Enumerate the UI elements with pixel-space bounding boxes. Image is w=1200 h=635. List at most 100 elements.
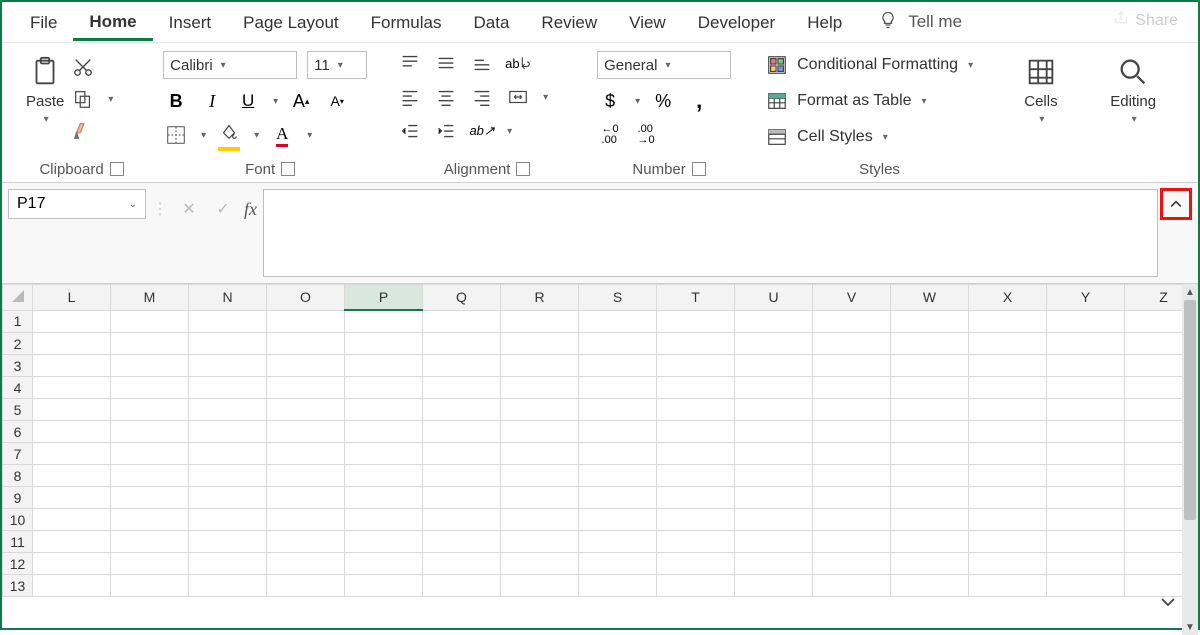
chevron-down-icon[interactable]: ▾: [635, 96, 640, 107]
chevron-down-icon[interactable]: ▾: [201, 130, 206, 141]
paste-button[interactable]: Paste ▾: [20, 51, 70, 129]
cell[interactable]: [1047, 355, 1125, 377]
cell[interactable]: [969, 377, 1047, 399]
row-header[interactable]: 7: [3, 443, 33, 465]
chevron-down-icon[interactable]: ▾: [507, 126, 512, 137]
cell[interactable]: [579, 509, 657, 531]
dialog-launcher-icon[interactable]: [281, 162, 295, 176]
cell[interactable]: [111, 509, 189, 531]
cell[interactable]: [111, 310, 189, 333]
cell[interactable]: [189, 310, 267, 333]
cell[interactable]: [345, 487, 423, 509]
cell[interactable]: [891, 355, 969, 377]
cell[interactable]: [345, 399, 423, 421]
cell[interactable]: [267, 399, 345, 421]
cell[interactable]: [813, 399, 891, 421]
row-header[interactable]: 1: [3, 310, 33, 333]
cell[interactable]: [501, 399, 579, 421]
bold-button[interactable]: B: [163, 89, 189, 113]
row-header[interactable]: 8: [3, 465, 33, 487]
cell[interactable]: [189, 333, 267, 355]
cell[interactable]: [735, 377, 813, 399]
cell[interactable]: [1047, 399, 1125, 421]
cell[interactable]: [33, 531, 111, 553]
cell[interactable]: [1047, 310, 1125, 333]
cell[interactable]: [579, 310, 657, 333]
cell[interactable]: [345, 377, 423, 399]
cell[interactable]: [735, 399, 813, 421]
align-top-button[interactable]: [397, 51, 423, 75]
cell[interactable]: [969, 487, 1047, 509]
cell[interactable]: [579, 531, 657, 553]
row-header[interactable]: 2: [3, 333, 33, 355]
cell[interactable]: [111, 333, 189, 355]
cell[interactable]: [189, 421, 267, 443]
cell[interactable]: [189, 443, 267, 465]
row-header[interactable]: 6: [3, 421, 33, 443]
cell[interactable]: [501, 531, 579, 553]
row-header[interactable]: 4: [3, 377, 33, 399]
cell[interactable]: [111, 553, 189, 575]
cell[interactable]: [657, 399, 735, 421]
cell[interactable]: [111, 443, 189, 465]
chevron-down-icon[interactable]: ▾: [254, 130, 259, 141]
cell[interactable]: [33, 310, 111, 333]
cell[interactable]: [345, 553, 423, 575]
cell[interactable]: [891, 531, 969, 553]
column-header[interactable]: N: [189, 285, 267, 311]
increase-indent-button[interactable]: [433, 119, 459, 143]
cell[interactable]: [735, 509, 813, 531]
cell[interactable]: [1047, 553, 1125, 575]
chevron-down-icon[interactable]: ▾: [108, 94, 113, 105]
cell[interactable]: [189, 487, 267, 509]
cell[interactable]: [813, 443, 891, 465]
cell[interactable]: [345, 575, 423, 597]
font-size-combo[interactable]: 11▾: [307, 51, 367, 79]
cell[interactable]: [189, 377, 267, 399]
decrease-decimal-button[interactable]: .00→0: [633, 123, 659, 147]
column-header[interactable]: W: [891, 285, 969, 311]
cell[interactable]: [423, 399, 501, 421]
column-header[interactable]: R: [501, 285, 579, 311]
cell[interactable]: [891, 509, 969, 531]
cell[interactable]: [891, 487, 969, 509]
percent-format-button[interactable]: %: [650, 89, 676, 113]
cell[interactable]: [657, 575, 735, 597]
cell[interactable]: [111, 575, 189, 597]
align-bottom-button[interactable]: [469, 51, 495, 75]
copy-button[interactable]: [70, 87, 96, 111]
cell[interactable]: [969, 310, 1047, 333]
cell[interactable]: [501, 575, 579, 597]
cell[interactable]: [1047, 443, 1125, 465]
cell[interactable]: [267, 333, 345, 355]
cell[interactable]: [111, 421, 189, 443]
cell[interactable]: [657, 531, 735, 553]
fill-color-button[interactable]: [216, 123, 242, 147]
tab-home[interactable]: Home: [73, 4, 152, 41]
cell[interactable]: [345, 355, 423, 377]
cell[interactable]: [579, 443, 657, 465]
cell[interactable]: [813, 531, 891, 553]
cell[interactable]: [891, 443, 969, 465]
shrink-font-button[interactable]: A▾: [324, 89, 350, 113]
tab-developer[interactable]: Developer: [682, 5, 792, 39]
cell[interactable]: [579, 377, 657, 399]
row-header[interactable]: 13: [3, 575, 33, 597]
cell[interactable]: [735, 421, 813, 443]
cell[interactable]: [735, 310, 813, 333]
cell[interactable]: [969, 399, 1047, 421]
enter-formula-button[interactable]: ✓: [210, 197, 236, 221]
cell[interactable]: [657, 310, 735, 333]
cell[interactable]: [345, 443, 423, 465]
cell[interactable]: [1047, 509, 1125, 531]
column-header[interactable]: X: [969, 285, 1047, 311]
cell[interactable]: [267, 421, 345, 443]
cell[interactable]: [33, 509, 111, 531]
cell[interactable]: [813, 421, 891, 443]
row-header[interactable]: 10: [3, 509, 33, 531]
cell[interactable]: [33, 553, 111, 575]
cut-button[interactable]: [70, 55, 96, 79]
align-left-button[interactable]: [397, 85, 423, 109]
cell[interactable]: [111, 531, 189, 553]
tab-help[interactable]: Help: [791, 5, 858, 39]
